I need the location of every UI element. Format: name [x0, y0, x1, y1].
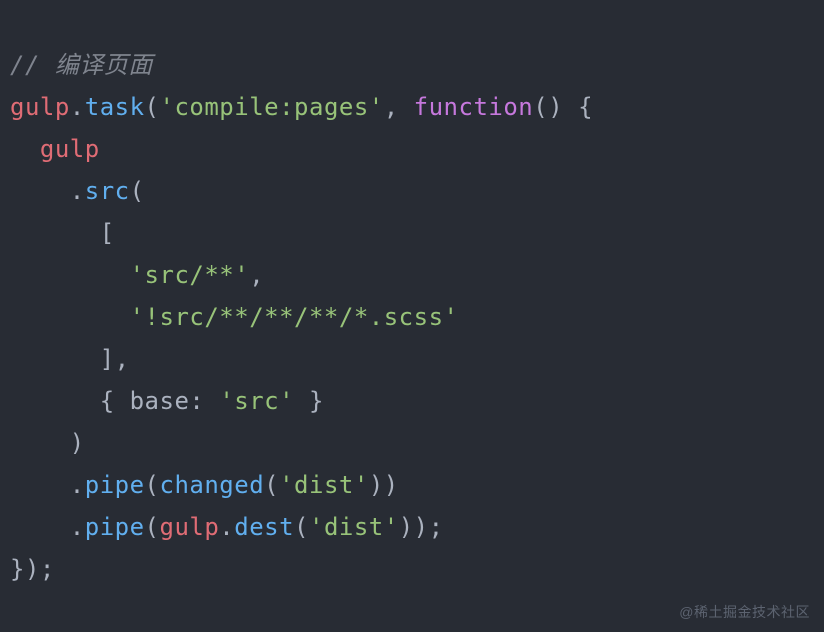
dot: . [70, 93, 85, 121]
indent [10, 219, 100, 247]
brace-open: { [563, 93, 593, 121]
keyword-function: function [414, 93, 534, 121]
indent [10, 177, 70, 205]
dot: . [219, 513, 234, 541]
string-literal: 'dist' [309, 513, 399, 541]
paren-close: )) [369, 471, 399, 499]
paren-open: ( [130, 177, 145, 205]
indent [10, 387, 100, 415]
string-literal: '!src/**/**/**/*.scss' [130, 303, 459, 331]
indent [10, 345, 100, 373]
bracket-close: ], [100, 345, 130, 373]
colon: : [189, 387, 219, 415]
indent [10, 513, 70, 541]
paren-open: ( [145, 93, 160, 121]
function-changed: changed [160, 471, 265, 499]
paren-close: )); [399, 513, 444, 541]
paren-close: ) [70, 429, 85, 457]
comment-line: // 编译页面 [10, 51, 153, 79]
identifier-gulp: gulp [160, 513, 220, 541]
comma: , [249, 261, 264, 289]
dot: . [70, 471, 85, 499]
indent [10, 429, 70, 457]
identifier-gulp: gulp [10, 93, 70, 121]
method-dest: dest [234, 513, 294, 541]
code-block: // 编译页面 gulp.task('compile:pages', funct… [10, 2, 814, 590]
method-pipe: pipe [85, 513, 145, 541]
method-pipe: pipe [85, 471, 145, 499]
string-literal: 'dist' [279, 471, 369, 499]
paren-open: ( [145, 471, 160, 499]
dot: . [70, 513, 85, 541]
watermark-text: @稀土掘金技术社区 [679, 600, 810, 625]
brace-close: }); [10, 555, 55, 583]
bracket-open: [ [100, 219, 115, 247]
string-literal: 'compile:pages' [160, 93, 384, 121]
indent [10, 303, 130, 331]
comma: , [384, 93, 414, 121]
string-literal: 'src' [219, 387, 294, 415]
paren-empty: () [533, 93, 563, 121]
paren-open: ( [264, 471, 279, 499]
property-base: base [130, 387, 190, 415]
identifier-gulp: gulp [40, 135, 100, 163]
method-src: src [85, 177, 130, 205]
indent [10, 135, 40, 163]
indent [10, 261, 130, 289]
brace-open: { [100, 387, 130, 415]
paren-open: ( [145, 513, 160, 541]
dot: . [70, 177, 85, 205]
method-task: task [85, 93, 145, 121]
paren-open: ( [294, 513, 309, 541]
string-literal: 'src/**' [130, 261, 250, 289]
brace-close: } [294, 387, 324, 415]
indent [10, 471, 70, 499]
